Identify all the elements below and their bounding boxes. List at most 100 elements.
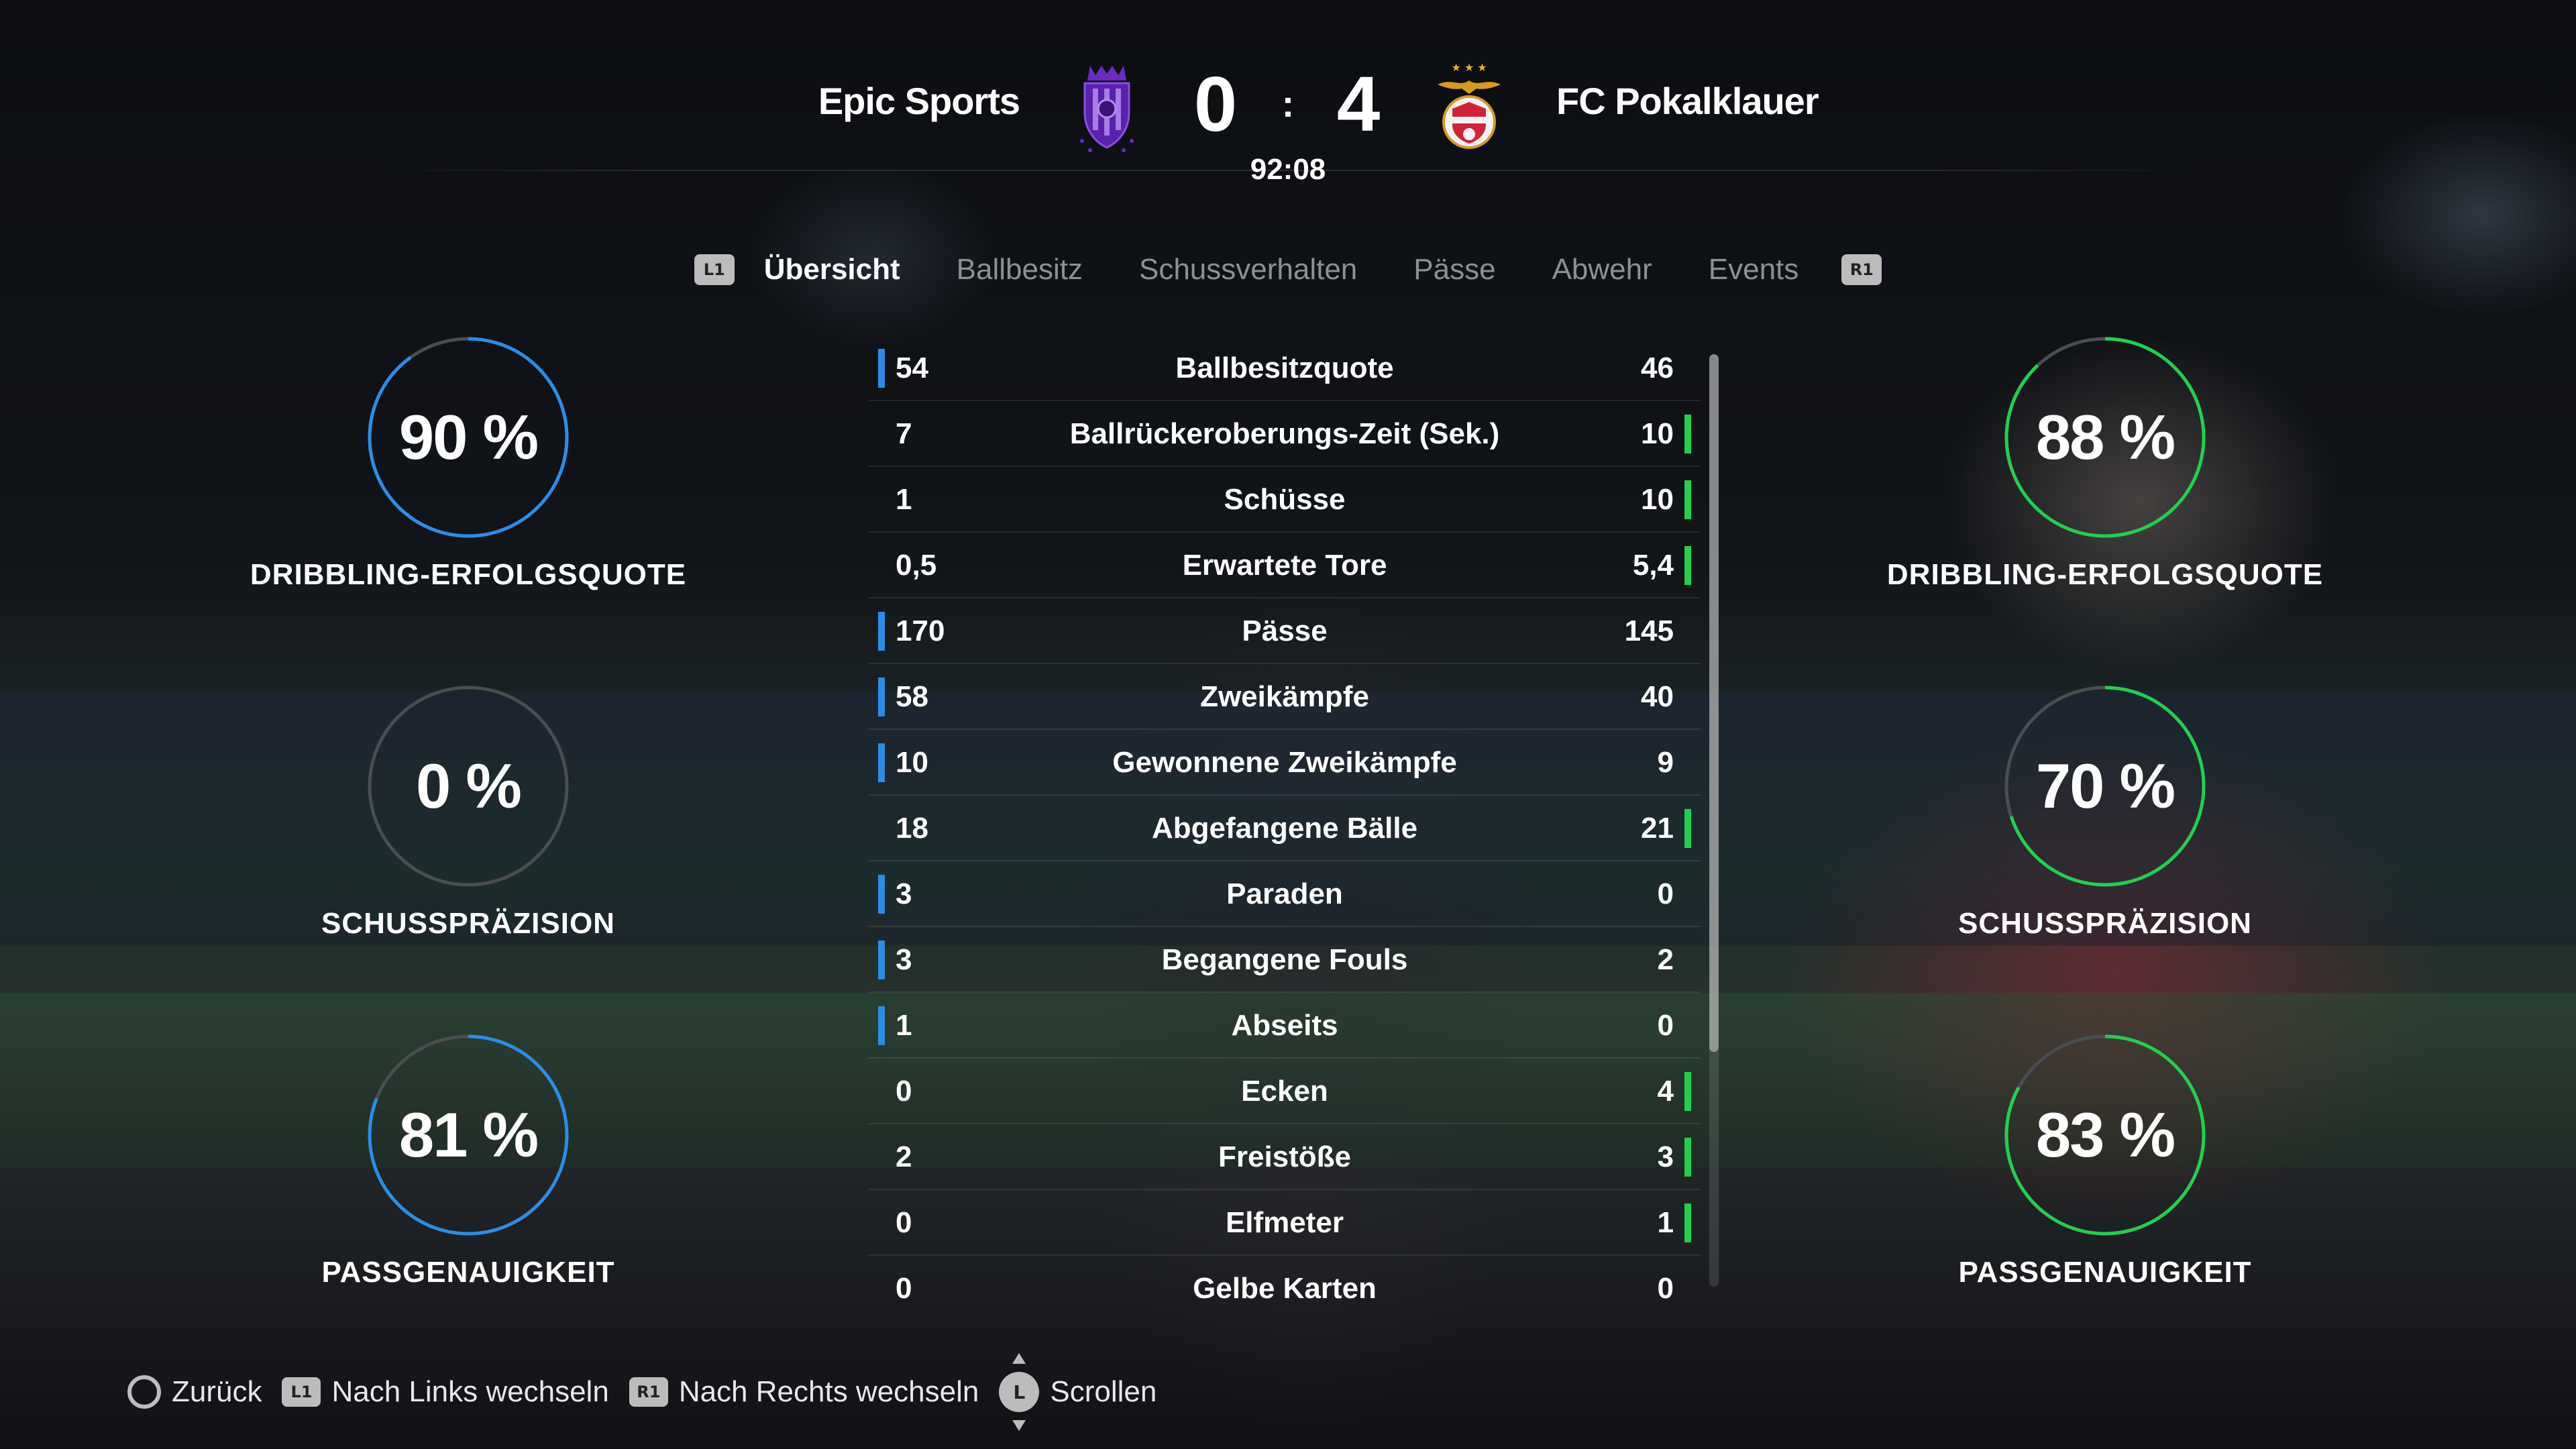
away-lead-bar (1684, 1138, 1691, 1177)
switch-left-control[interactable]: L1 Nach Links wechseln (282, 1375, 609, 1409)
stat-row: 0 Ecken 4 (869, 1059, 1701, 1124)
home-stat-value: 3 (896, 877, 912, 910)
away-stat-value: 2 (1657, 943, 1674, 976)
back-label: Zurück (172, 1375, 262, 1408)
stats-scrollbar[interactable] (1709, 354, 1719, 1287)
away-dribbling-gauge: 88 % DRIBBLING-ERFOLGSQUOTE (1887, 337, 2322, 645)
home-stat-value: 18 (896, 812, 928, 845)
gauge-value: 81 % (398, 1099, 539, 1170)
scroll-label: Scrollen (1050, 1375, 1157, 1408)
l1-button-icon: L1 (282, 1377, 321, 1407)
home-dribbling-gauge: 90 % DRIBBLING-ERFOLGSQUOTE (250, 337, 686, 645)
score-separator: : (1281, 83, 1295, 125)
header-divider (376, 170, 2200, 171)
away-lead-bar (1684, 480, 1691, 519)
home-stat-value: 0 (896, 1206, 912, 1239)
stat-name: Gelbe Karten (1193, 1272, 1377, 1305)
stat-name: Begangene Fouls (1161, 943, 1408, 976)
controls-footer: Zurück L1 Nach Links wechseln R1 Nach Re… (127, 1353, 1157, 1431)
home-stat-value: 170 (896, 614, 945, 647)
stat-name: Abseits (1231, 1009, 1338, 1042)
back-control[interactable]: Zurück (127, 1375, 262, 1409)
gauge-label: DRIBBLING-ERFOLGSQUOTE (250, 558, 687, 591)
away-score: 4 (1336, 60, 1381, 148)
stat-row: 0 Gelbe Karten 0 (869, 1256, 1701, 1322)
tab-uebersicht[interactable]: Übersicht (764, 253, 900, 286)
away-stat-value: 10 (1641, 483, 1674, 516)
stat-name: Ecken (1241, 1075, 1328, 1108)
home-team-name: Epic Sports (818, 80, 1020, 122)
gauge-value: 88 % (2035, 402, 2176, 472)
away-stat-value: 5,4 (1632, 549, 1674, 582)
away-lead-bar (1684, 1072, 1691, 1111)
away-stat-value: 0 (1657, 1272, 1674, 1305)
scroll-control[interactable]: L Scrollen (999, 1353, 1157, 1431)
gauge-label: SCHUSSPRÄZISION (1958, 907, 2252, 940)
home-lead-bar (878, 875, 885, 914)
stat-row: 58 Zweikämpfe 40 (869, 664, 1701, 730)
home-team-crest-icon (1070, 60, 1144, 154)
away-lead-bar (1684, 546, 1691, 585)
match-header: Epic Sports 0 : 4 ★ ★ ★ FC Pokalklauer 9… (0, 0, 2576, 195)
away-stat-value: 46 (1641, 352, 1674, 384)
away-stat-value: 9 (1657, 746, 1674, 779)
home-stat-value: 0 (896, 1075, 912, 1108)
stat-name: Gewonnene Zweikämpfe (1112, 746, 1457, 779)
tab-ballbesitz[interactable]: Ballbesitz (957, 253, 1083, 286)
home-lead-bar (878, 1006, 885, 1045)
tab-abwehr[interactable]: Abwehr (1552, 253, 1652, 286)
stats-table[interactable]: 54 Ballbesitzquote 46 7 Ballrückeroberungs-Z… (869, 335, 1701, 1315)
away-shot-accuracy-gauge: 70 % SCHUSSPRÄZISION (1904, 686, 2306, 994)
away-pass-accuracy-gauge: 83 % PASSGENAUIGKEIT (1904, 1034, 2306, 1343)
stat-name: Paraden (1226, 877, 1343, 910)
stat-name: Erwartete Tore (1182, 549, 1387, 582)
stat-name: Freistöße (1218, 1140, 1352, 1173)
stat-name: Schüsse (1224, 483, 1346, 516)
gauge-label: DRIBBLING-ERFOLGSQUOTE (1886, 558, 2324, 591)
away-stat-value: 40 (1641, 680, 1674, 713)
away-stat-value: 0 (1657, 1009, 1674, 1042)
away-lead-bar (1684, 1203, 1691, 1242)
stat-name: Ballbesitzquote (1175, 352, 1394, 384)
away-team-crest-icon: ★ ★ ★ (1432, 60, 1506, 154)
gauge-value: 70 % (2035, 751, 2176, 821)
stat-row: 1 Schüsse 10 (869, 467, 1701, 533)
away-stat-value: 3 (1657, 1140, 1674, 1173)
home-lead-bar (878, 743, 885, 782)
home-lead-bar (878, 941, 885, 979)
switch-left-label: Nach Links wechseln (331, 1375, 609, 1408)
home-lead-bar (878, 678, 885, 716)
l1-button-icon[interactable]: L1 (694, 254, 735, 285)
stats-tab-bar: L1 Übersicht Ballbesitz Schussverhalten … (0, 243, 2576, 297)
stat-row: 0 Elfmeter 1 (869, 1190, 1701, 1256)
away-lead-bar (1684, 809, 1691, 848)
home-shot-accuracy-gauge: 0 % SCHUSSPRÄZISION (267, 686, 669, 994)
stat-row: 2 Freistöße 3 (869, 1124, 1701, 1190)
stat-name: Ballrückeroberungs-Zeit (Sek.) (1069, 417, 1500, 450)
home-pass-accuracy-gauge: 81 % PASSGENAUIGKEIT (267, 1034, 669, 1343)
stat-row: 170 Pässe 145 (869, 598, 1701, 664)
home-stat-value: 3 (896, 943, 912, 976)
r1-button-icon: R1 (629, 1377, 668, 1407)
home-stat-value: 54 (896, 352, 928, 384)
home-stat-value: 0 (896, 1272, 912, 1305)
scrollbar-thumb[interactable] (1709, 354, 1719, 1052)
away-stat-value: 0 (1657, 877, 1674, 910)
away-stat-value: 1 (1657, 1206, 1674, 1239)
stat-row: 3 Paraden 0 (869, 861, 1701, 927)
away-stat-value: 21 (1641, 812, 1674, 845)
stat-name: Pässe (1242, 614, 1328, 647)
gauge-value: 83 % (2035, 1099, 2176, 1170)
stat-row: 1 Abseits 0 (869, 993, 1701, 1059)
switch-right-control[interactable]: R1 Nach Rechts wechseln (629, 1375, 979, 1409)
stat-row: 3 Begangene Fouls 2 (869, 927, 1701, 993)
r1-button-icon[interactable]: R1 (1841, 254, 1882, 285)
away-stat-value: 10 (1641, 417, 1674, 450)
home-stat-value: 2 (896, 1140, 912, 1173)
away-team-name: FC Pokalklauer (1556, 80, 1819, 122)
tab-events[interactable]: Events (1709, 253, 1799, 286)
tab-paesse[interactable]: Pässe (1413, 253, 1495, 286)
stat-name: Elfmeter (1225, 1206, 1344, 1239)
home-score: 0 (1193, 60, 1238, 148)
tab-schussverhalten[interactable]: Schussverhalten (1139, 253, 1357, 286)
